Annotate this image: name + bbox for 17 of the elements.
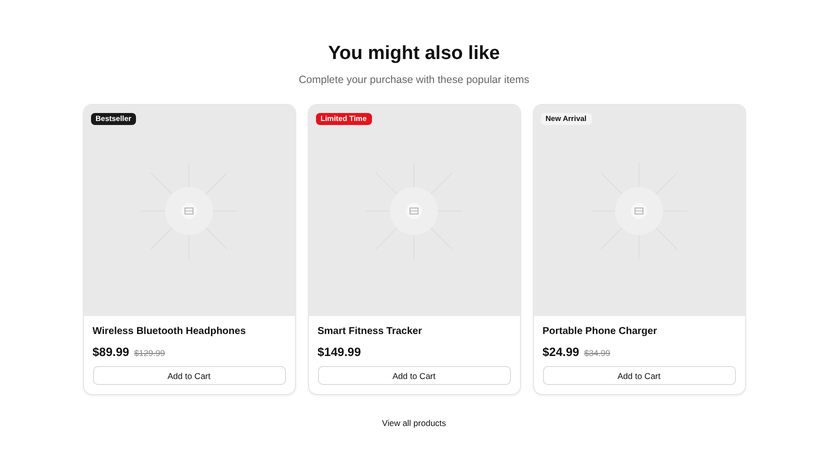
view-all-link[interactable]: View all products	[382, 418, 446, 428]
product-name: Smart Fitness Tracker	[318, 325, 423, 338]
add-to-cart-button[interactable]: Add to Cart	[542, 366, 736, 385]
section-heading: You might also like	[328, 43, 500, 65]
product-name: Portable Phone Charger	[542, 325, 658, 338]
add-to-cart-button[interactable]: Add to Cart	[92, 366, 286, 385]
product-name: Wireless Bluetooth Headphones	[92, 325, 247, 338]
image-placeholder-icon	[141, 162, 237, 258]
original-price: $129.99	[134, 348, 165, 358]
product-price: $149.99	[318, 345, 361, 359]
product-price: $89.99	[92, 345, 130, 359]
original-price: $34.99	[584, 348, 610, 358]
product-price: $24.99	[542, 345, 580, 359]
add-to-cart-button[interactable]: Add to Cart	[318, 366, 510, 385]
image-placeholder-icon	[366, 162, 462, 258]
image-placeholder-icon	[591, 162, 687, 258]
section-subheading: Complete your purchase with these popular items	[298, 73, 530, 87]
